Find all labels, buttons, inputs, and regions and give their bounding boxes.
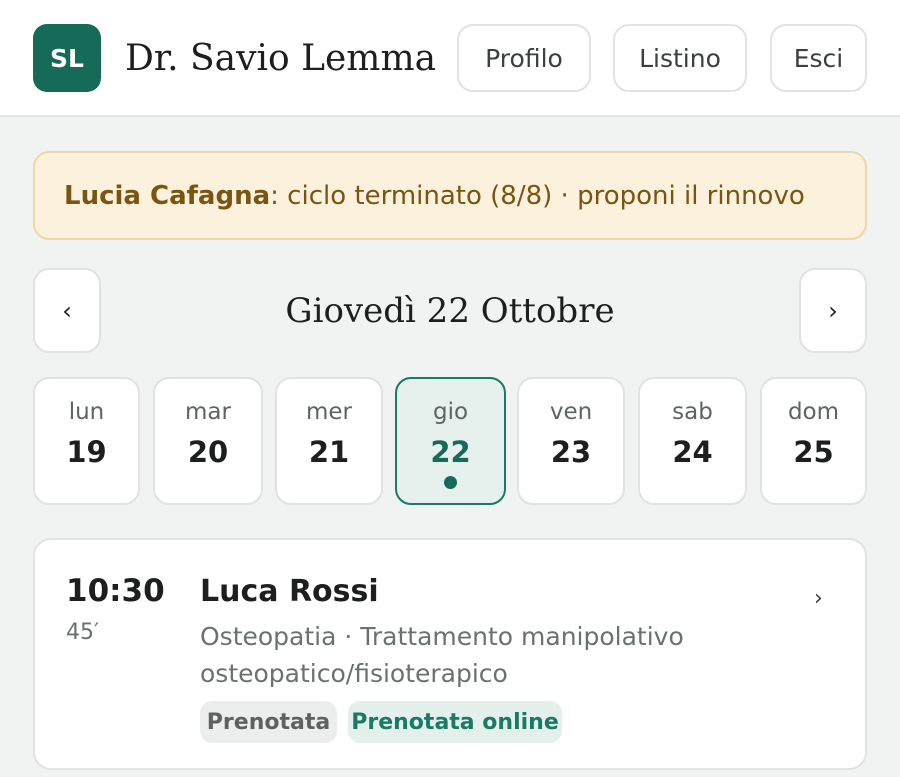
- banner-message: : ciclo terminato (8/8) · proponi il rin…: [270, 180, 805, 211]
- day-sat[interactable]: sab 24: [638, 377, 747, 505]
- day-name: mar: [185, 399, 231, 425]
- chevron-right-icon: ›: [828, 296, 838, 325]
- chevron-right-icon: ›: [814, 586, 823, 611]
- profile-button[interactable]: Profilo: [457, 24, 591, 92]
- day-number: 21: [308, 435, 350, 469]
- day-name: mer: [305, 399, 352, 425]
- day-number: 24: [672, 435, 713, 469]
- current-date-title: Giovedì 22 Ottobre: [285, 291, 615, 331]
- banner-patient-name: Lucia Cafagna: [64, 180, 271, 211]
- day-tue[interactable]: mar 20: [153, 377, 263, 505]
- day-number: 23: [550, 435, 592, 469]
- app-header: SL Dr. Savio Lemma Profilo Listino Esci: [0, 0, 900, 117]
- renewal-alert-banner[interactable]: Lucia Cafagna: ciclo terminato (8/8) · p…: [33, 151, 867, 240]
- day-thu[interactable]: gio 22: [395, 377, 506, 505]
- avatar: SL: [33, 24, 101, 92]
- status-badge: Prenotata: [200, 701, 337, 743]
- logout-button[interactable]: Esci: [770, 24, 867, 92]
- day-number: 25: [793, 435, 834, 469]
- chevron-left-icon: ‹: [62, 296, 72, 325]
- prev-day-button[interactable]: ‹: [33, 268, 101, 353]
- day-wed[interactable]: mer 21: [275, 377, 383, 505]
- appointment-indicator-dot: [444, 476, 457, 489]
- day-sun[interactable]: dom 25: [760, 377, 867, 505]
- day-number: 19: [66, 435, 107, 469]
- appointment-patient-name: Luca Rossi: [200, 574, 379, 609]
- appointment-time: 10:30: [66, 573, 165, 609]
- pricelist-button[interactable]: Listino: [613, 24, 747, 92]
- day-name: sab: [672, 399, 713, 425]
- booking-source-badge: Prenotata online: [348, 701, 562, 743]
- day-name: dom: [787, 399, 840, 425]
- day-name: lun: [68, 399, 105, 425]
- appointment-description: Osteopatia · Trattamento manipolativo os…: [200, 622, 684, 688]
- day-fri[interactable]: ven 23: [517, 377, 625, 505]
- appointment-duration: 45′: [66, 620, 99, 645]
- day-name: ven: [549, 399, 593, 425]
- day-number: 22: [430, 435, 471, 469]
- day-mon[interactable]: lun 19: [33, 377, 140, 505]
- doctor-name: Dr. Savio Lemma: [125, 38, 437, 79]
- day-number: 20: [187, 435, 229, 469]
- day-name: gio: [432, 399, 469, 425]
- next-day-button[interactable]: ›: [799, 268, 867, 353]
- appointment-card[interactable]: 10:30 45′ Luca Rossi Osteopatia · Tratta…: [33, 538, 867, 770]
